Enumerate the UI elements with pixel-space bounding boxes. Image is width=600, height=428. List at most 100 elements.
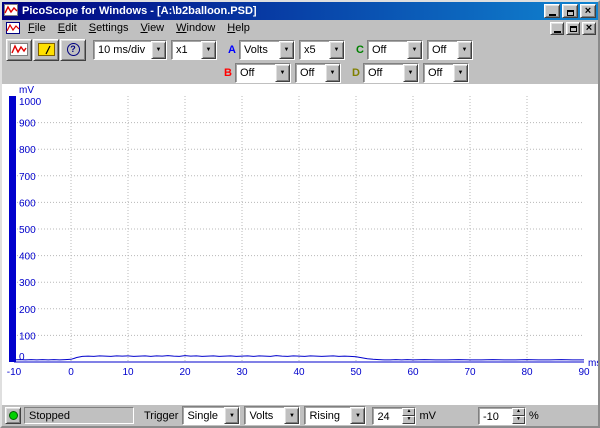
chevron-down-icon[interactable]: ▼ bbox=[284, 407, 299, 424]
chevron-down-icon[interactable]: ▼ bbox=[350, 407, 365, 424]
minimize-button[interactable] bbox=[544, 4, 560, 18]
meter-icon bbox=[38, 43, 55, 56]
mdi-close-button[interactable]: × bbox=[582, 22, 596, 35]
svg-text:50: 50 bbox=[350, 367, 362, 378]
trigger-mode-select[interactable]: Single ▼ bbox=[182, 406, 240, 425]
scope-view: 01002003004005006007008009001000-1001020… bbox=[2, 84, 598, 404]
document-icon[interactable] bbox=[6, 22, 20, 34]
menu-settings[interactable]: Settings bbox=[83, 21, 135, 35]
timebase-multiplier-value: x1 bbox=[172, 41, 201, 59]
spin-down-icon[interactable]: ▼ bbox=[402, 416, 415, 424]
svg-text:800: 800 bbox=[19, 145, 36, 156]
menu-help[interactable]: Help bbox=[221, 21, 256, 35]
window-title: PicoScope for Windows - [A:\b2balloon.PS… bbox=[22, 5, 542, 17]
spin-up-icon[interactable]: ▲ bbox=[512, 408, 525, 416]
mdi-restore-button[interactable] bbox=[566, 22, 580, 35]
close-button[interactable]: × bbox=[580, 4, 596, 18]
svg-text:30: 30 bbox=[236, 367, 248, 378]
timebase-select[interactable]: 10 ms/div ▼ bbox=[93, 40, 167, 60]
channel-d-label: D bbox=[351, 67, 361, 79]
svg-text:0: 0 bbox=[19, 352, 25, 363]
restore-button[interactable] bbox=[562, 4, 578, 18]
menu-view[interactable]: View bbox=[134, 21, 170, 35]
channel-a-range-select[interactable]: Volts ▼ bbox=[239, 40, 295, 60]
help-icon: ? bbox=[67, 43, 80, 56]
svg-text:mV: mV bbox=[19, 85, 34, 96]
chevron-down-icon[interactable]: ▼ bbox=[201, 41, 216, 59]
trigger-mode-value: Single bbox=[183, 407, 224, 424]
trigger-source-value: Volts bbox=[245, 407, 284, 424]
trigger-threshold-value[interactable]: 24 bbox=[373, 408, 402, 424]
channel-c-range-value: Off bbox=[368, 41, 407, 59]
channel-a-multiplier-select[interactable]: x5 ▼ bbox=[299, 40, 345, 60]
meter-view-button[interactable] bbox=[33, 39, 59, 61]
trigger-label: Trigger bbox=[144, 410, 178, 422]
close-icon: × bbox=[586, 22, 592, 34]
channel-b-multiplier-select[interactable]: Off ▼ bbox=[295, 63, 341, 83]
chevron-down-icon[interactable]: ▼ bbox=[224, 407, 239, 424]
trigger-direction-value: Rising bbox=[305, 407, 350, 424]
scope-trace-icon bbox=[10, 43, 28, 56]
toolbar-row-2: B Off ▼ Off ▼ D Off ▼ Off ▼ bbox=[2, 61, 598, 84]
app-window: PicoScope for Windows - [A:\b2balloon.PS… bbox=[0, 0, 600, 428]
minimize-icon bbox=[549, 14, 556, 16]
chevron-down-icon[interactable]: ▼ bbox=[457, 41, 472, 59]
chevron-down-icon[interactable]: ▼ bbox=[151, 41, 166, 59]
chevron-down-icon[interactable]: ▼ bbox=[325, 64, 340, 82]
toolbar-row-1: ? 10 ms/div ▼ x1 ▼ A Volts ▼ x5 ▼ C Off bbox=[2, 38, 598, 61]
scope-view-button[interactable] bbox=[6, 39, 32, 61]
channel-d-multiplier-select[interactable]: Off ▼ bbox=[423, 63, 469, 83]
svg-text:700: 700 bbox=[19, 172, 36, 183]
trigger-direction-select[interactable]: Rising ▼ bbox=[304, 406, 366, 425]
chevron-down-icon[interactable]: ▼ bbox=[275, 64, 290, 82]
svg-text:20: 20 bbox=[179, 367, 191, 378]
chevron-down-icon[interactable]: ▼ bbox=[407, 41, 422, 59]
restore-icon bbox=[570, 26, 577, 32]
trigger-source-select[interactable]: Volts ▼ bbox=[244, 406, 300, 425]
trigger-delay-value[interactable]: -10 bbox=[479, 408, 512, 424]
svg-text:900: 900 bbox=[19, 119, 36, 130]
svg-text:600: 600 bbox=[19, 198, 36, 209]
channel-c-multiplier-select[interactable]: Off ▼ bbox=[427, 40, 473, 60]
spin-down-icon[interactable]: ▼ bbox=[512, 416, 525, 424]
menu-file[interactable]: File bbox=[22, 21, 52, 35]
channel-d-range-value: Off bbox=[364, 64, 403, 82]
spin-up-icon[interactable]: ▲ bbox=[402, 408, 415, 416]
channel-a-range-value: Volts bbox=[240, 41, 279, 59]
go-button[interactable] bbox=[5, 407, 21, 424]
channel-d-range-select[interactable]: Off ▼ bbox=[363, 63, 419, 83]
channel-c-range-select[interactable]: Off ▼ bbox=[367, 40, 423, 60]
mdi-minimize-button[interactable] bbox=[550, 22, 564, 35]
channel-c-multiplier-value: Off bbox=[428, 41, 457, 59]
minimize-icon bbox=[554, 31, 561, 33]
scope-trace-plot: 01002003004005006007008009001000-1001020… bbox=[2, 84, 598, 404]
svg-text:200: 200 bbox=[19, 305, 36, 316]
timebase-value: 10 ms/div bbox=[94, 41, 151, 59]
svg-text:300: 300 bbox=[19, 278, 36, 289]
svg-text:400: 400 bbox=[19, 252, 36, 263]
menu-bar: File Edit Settings View Window Help × bbox=[2, 20, 598, 36]
chevron-down-icon[interactable]: ▼ bbox=[453, 64, 468, 82]
chevron-down-icon[interactable]: ▼ bbox=[403, 64, 418, 82]
help-button[interactable]: ? bbox=[60, 39, 86, 61]
svg-text:500: 500 bbox=[19, 225, 36, 236]
trigger-threshold-spinner[interactable]: 24 ▲ ▼ bbox=[372, 407, 416, 425]
chevron-down-icon[interactable]: ▼ bbox=[279, 41, 294, 59]
go-icon bbox=[9, 411, 18, 420]
menu-window[interactable]: Window bbox=[170, 21, 221, 35]
channel-b-range-select[interactable]: Off ▼ bbox=[235, 63, 291, 83]
menu-edit[interactable]: Edit bbox=[52, 21, 83, 35]
trigger-delay-spinner[interactable]: -10 ▲ ▼ bbox=[478, 407, 526, 425]
chevron-down-icon[interactable]: ▼ bbox=[329, 41, 344, 59]
timebase-multiplier-select[interactable]: x1 ▼ bbox=[171, 40, 217, 60]
svg-text:1000: 1000 bbox=[19, 97, 42, 108]
channel-d-multiplier-value: Off bbox=[424, 64, 453, 82]
svg-text:10: 10 bbox=[122, 367, 134, 378]
spinner-buttons: ▲ ▼ bbox=[402, 408, 415, 424]
svg-text:70: 70 bbox=[464, 367, 476, 378]
svg-text:-10: -10 bbox=[7, 367, 22, 378]
spinner-buttons: ▲ ▼ bbox=[512, 408, 525, 424]
svg-text:80: 80 bbox=[521, 367, 533, 378]
channel-b-multiplier-value: Off bbox=[296, 64, 325, 82]
channel-b-range-value: Off bbox=[236, 64, 275, 82]
